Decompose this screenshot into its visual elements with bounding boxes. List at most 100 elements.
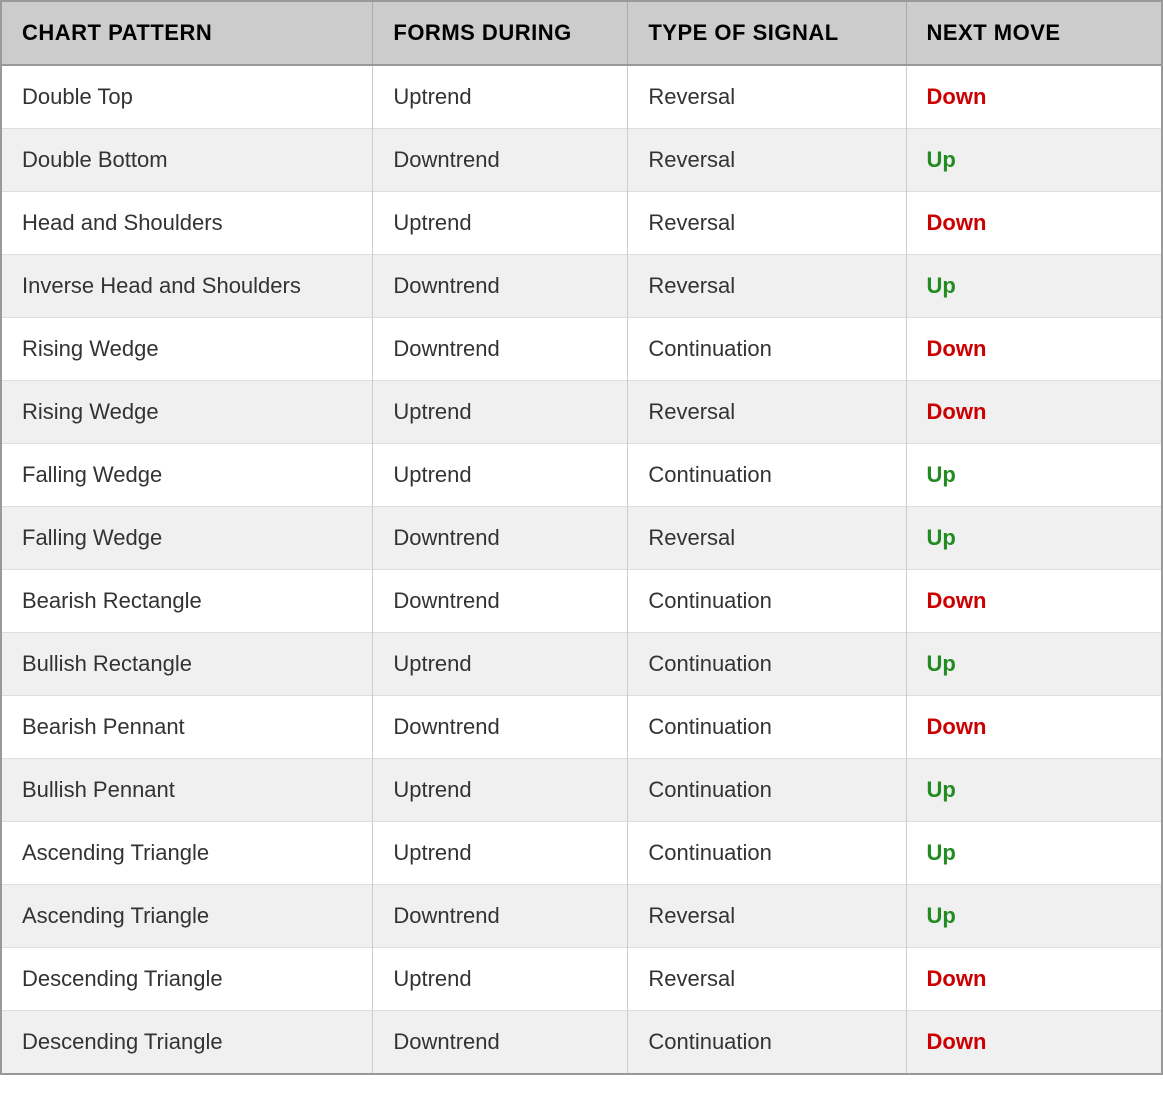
- cell-forms-during: Downtrend: [373, 255, 628, 318]
- next-move-value: Down: [927, 84, 987, 109]
- cell-forms-during: Uptrend: [373, 381, 628, 444]
- cell-next-move: Down: [906, 318, 1161, 381]
- cell-pattern: Inverse Head and Shoulders: [2, 255, 373, 318]
- table-row: Inverse Head and ShouldersDowntrendRever…: [2, 255, 1161, 318]
- cell-forms-during: Uptrend: [373, 444, 628, 507]
- table-row: Double BottomDowntrendReversal Up: [2, 129, 1161, 192]
- cell-forms-during: Uptrend: [373, 822, 628, 885]
- cell-next-move: Up: [906, 633, 1161, 696]
- cell-signal-type: Continuation: [628, 633, 906, 696]
- cell-next-move: Down: [906, 570, 1161, 633]
- next-move-value: Down: [927, 1029, 987, 1054]
- chart-pattern-table: CHART PATTERN FORMS DURING TYPE OF SIGNA…: [0, 0, 1163, 1075]
- cell-next-move: Up: [906, 507, 1161, 570]
- table-header-row: CHART PATTERN FORMS DURING TYPE OF SIGNA…: [2, 2, 1161, 65]
- table-row: Descending TriangleUptrendReversal Down: [2, 948, 1161, 1011]
- cell-signal-type: Reversal: [628, 507, 906, 570]
- cell-forms-during: Downtrend: [373, 318, 628, 381]
- cell-pattern: Ascending Triangle: [2, 822, 373, 885]
- cell-pattern: Descending Triangle: [2, 1011, 373, 1074]
- next-move-value: Up: [927, 840, 956, 865]
- cell-signal-type: Reversal: [628, 381, 906, 444]
- header-type-of-signal: TYPE OF SIGNAL: [628, 2, 906, 65]
- cell-pattern: Bearish Pennant: [2, 696, 373, 759]
- cell-next-move: Up: [906, 822, 1161, 885]
- cell-forms-during: Uptrend: [373, 633, 628, 696]
- cell-forms-during: Downtrend: [373, 885, 628, 948]
- cell-signal-type: Continuation: [628, 570, 906, 633]
- table-row: Falling WedgeDowntrendReversal Up: [2, 507, 1161, 570]
- table-row: Rising WedgeDowntrendContinuationDown: [2, 318, 1161, 381]
- cell-next-move: Up: [906, 444, 1161, 507]
- cell-forms-during: Downtrend: [373, 1011, 628, 1074]
- header-next-move: NEXT MOVE: [906, 2, 1161, 65]
- table-row: Double TopUptrendReversal Down: [2, 65, 1161, 129]
- cell-pattern: Bearish Rectangle: [2, 570, 373, 633]
- cell-signal-type: Reversal: [628, 885, 906, 948]
- table-row: Ascending TriangleUptrendContinuation Up: [2, 822, 1161, 885]
- table-row: Ascending TriangleDowntrendReversal Up: [2, 885, 1161, 948]
- table-row: Falling WedgeUptrendContinuation Up: [2, 444, 1161, 507]
- cell-pattern: Bullish Rectangle: [2, 633, 373, 696]
- cell-signal-type: Reversal: [628, 65, 906, 129]
- cell-pattern: Ascending Triangle: [2, 885, 373, 948]
- cell-signal-type: Continuation: [628, 759, 906, 822]
- cell-pattern: Bullish Pennant: [2, 759, 373, 822]
- table-row: Descending TriangleDowntrendContinuation…: [2, 1011, 1161, 1074]
- next-move-value: Up: [927, 525, 956, 550]
- cell-signal-type: Continuation: [628, 696, 906, 759]
- cell-forms-during: Downtrend: [373, 570, 628, 633]
- cell-forms-during: Uptrend: [373, 948, 628, 1011]
- next-move-value: Up: [927, 462, 956, 487]
- cell-signal-type: Continuation: [628, 822, 906, 885]
- cell-signal-type: Continuation: [628, 444, 906, 507]
- table-row: Bearish PennantDowntrendContinuation Down: [2, 696, 1161, 759]
- cell-next-move: Down: [906, 696, 1161, 759]
- table-row: Bullish RectangleUptrendContinuation Up: [2, 633, 1161, 696]
- cell-signal-type: Reversal: [628, 129, 906, 192]
- cell-pattern: Rising Wedge: [2, 381, 373, 444]
- cell-signal-type: Reversal: [628, 192, 906, 255]
- cell-forms-during: Downtrend: [373, 129, 628, 192]
- table-row: Bullish PennantUptrendContinuation Up: [2, 759, 1161, 822]
- cell-signal-type: Reversal: [628, 255, 906, 318]
- cell-next-move: Down: [906, 65, 1161, 129]
- cell-forms-during: Uptrend: [373, 65, 628, 129]
- cell-pattern: Double Bottom: [2, 129, 373, 192]
- cell-forms-during: Downtrend: [373, 696, 628, 759]
- header-forms-during: FORMS DURING: [373, 2, 628, 65]
- cell-next-move: Down: [906, 381, 1161, 444]
- cell-pattern: Rising Wedge: [2, 318, 373, 381]
- cell-signal-type: Reversal: [628, 948, 906, 1011]
- next-move-value: Up: [927, 651, 956, 676]
- cell-pattern: Falling Wedge: [2, 507, 373, 570]
- next-move-value: Up: [927, 903, 956, 928]
- next-move-value: Down: [927, 714, 987, 739]
- cell-signal-type: Continuation: [628, 318, 906, 381]
- cell-pattern: Falling Wedge: [2, 444, 373, 507]
- cell-pattern: Head and Shoulders: [2, 192, 373, 255]
- next-move-value: Down: [927, 966, 987, 991]
- cell-forms-during: Uptrend: [373, 759, 628, 822]
- cell-signal-type: Continuation: [628, 1011, 906, 1074]
- cell-forms-during: Uptrend: [373, 192, 628, 255]
- cell-next-move: Up: [906, 255, 1161, 318]
- next-move-value: Down: [927, 588, 987, 613]
- cell-next-move: Up: [906, 885, 1161, 948]
- cell-next-move: Up: [906, 129, 1161, 192]
- cell-pattern: Descending Triangle: [2, 948, 373, 1011]
- cell-next-move: Down: [906, 1011, 1161, 1074]
- cell-pattern: Double Top: [2, 65, 373, 129]
- table-body: Double TopUptrendReversalDownDouble Bott…: [2, 65, 1161, 1073]
- next-move-value: Down: [927, 210, 987, 235]
- next-move-value: Up: [927, 147, 956, 172]
- cell-forms-during: Downtrend: [373, 507, 628, 570]
- cell-next-move: Down: [906, 948, 1161, 1011]
- cell-next-move: Down: [906, 192, 1161, 255]
- next-move-value: Up: [927, 273, 956, 298]
- table-row: Head and ShouldersUptrendReversal Down: [2, 192, 1161, 255]
- next-move-value: Up: [927, 777, 956, 802]
- next-move-value: Down: [927, 399, 987, 424]
- cell-next-move: Up: [906, 759, 1161, 822]
- table-row: Bearish RectangleDowntrendContinuation Do…: [2, 570, 1161, 633]
